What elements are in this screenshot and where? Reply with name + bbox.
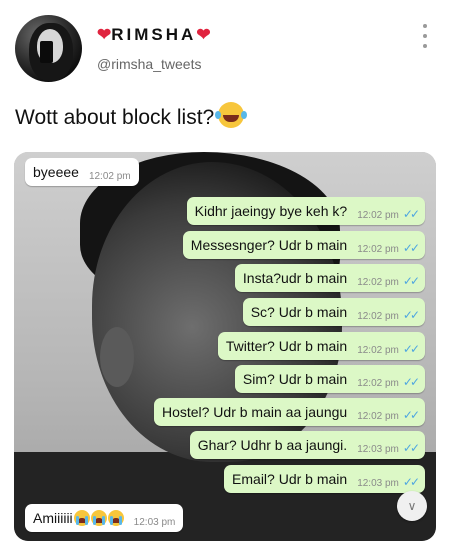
laughing-emoji-icon	[215, 102, 245, 128]
tweet-text: Wott about block list?	[15, 102, 245, 130]
chat-bubble-outgoing: Sim? Udr b main 12:02 pm ✓✓	[234, 365, 425, 393]
chat-bubble-outgoing: Hostel? Udr b main aa jaungu 12:02 pm ✓✓	[153, 398, 425, 426]
message-time: 12:02 pm	[357, 243, 399, 255]
read-ticks-icon: ✓✓	[402, 274, 420, 288]
message-text: Insta?udr b main	[242, 270, 348, 286]
display-name-text: RIMSHA	[111, 25, 197, 44]
read-ticks-icon: ✓✓	[402, 207, 420, 221]
chat-bubble-outgoing: Messesnger? Udr b main 12:02 pm ✓✓	[182, 231, 425, 259]
message-text: byeeee	[33, 164, 79, 180]
heart-icon: ❤	[196, 25, 211, 44]
message-time: 12:02 pm	[357, 209, 399, 221]
chat-bubble-incoming: byeeee 12:02 pm	[25, 158, 139, 186]
chat-bubble-outgoing: Kidhr jaeingy bye keh k? 12:02 pm ✓✓	[186, 197, 425, 225]
message-time: 12:02 pm	[357, 410, 399, 422]
chat-bubble-outgoing: Twitter? Udr b main 12:02 pm ✓✓	[217, 332, 425, 360]
tweet-header: ❤ RIMSHA ❤ @rimsha_tweets	[0, 0, 450, 95]
crying-face-icon	[90, 510, 107, 526]
double-chevron-down-icon[interactable]: ∨	[397, 491, 427, 521]
message-text: Twitter? Udr b main	[225, 338, 348, 354]
read-ticks-icon: ✓✓	[402, 475, 420, 489]
message-text: Sc? Udr b main	[250, 304, 348, 320]
crying-face-icon	[107, 510, 124, 526]
message-time: 12:03 pm	[133, 516, 176, 528]
read-ticks-icon: ✓✓	[402, 308, 420, 322]
read-ticks-icon: ✓✓	[402, 441, 420, 455]
user-handle[interactable]: @rimsha_tweets	[97, 56, 201, 72]
crying-face-icon	[73, 510, 90, 526]
photo-ear	[100, 327, 134, 387]
message-text: Hostel? Udr b main aa jaungu	[161, 404, 348, 420]
read-ticks-icon: ✓✓	[402, 408, 420, 422]
chat-bubble-incoming: Amiiiiii 12:03 pm	[25, 504, 184, 532]
message-time: 12:03 pm	[357, 477, 399, 489]
message-text: Kidhr jaeingy bye keh k?	[194, 203, 348, 219]
message-time: 12:02 pm	[357, 276, 399, 288]
message-time: 12:03 pm	[357, 443, 399, 455]
message-time: 12:02 pm	[357, 344, 399, 356]
read-ticks-icon: ✓✓	[402, 241, 420, 255]
message-text: Email? Udr b main	[232, 471, 348, 487]
chat-bubble-outgoing: Email? Udr b main 12:03 pm ✓✓	[224, 465, 425, 493]
chat-bubble-outgoing: Insta?udr b main 12:02 pm ✓✓	[234, 264, 425, 292]
chat-bubble-outgoing: Ghar? Udhr b aa jaungi. 12:03 pm ✓✓	[189, 431, 425, 459]
message-text: Amiiiiii	[33, 510, 73, 526]
message-time: 12:02 pm	[357, 377, 399, 389]
chat-bubble-outgoing: Sc? Udr b main 12:02 pm ✓✓	[242, 298, 425, 326]
tweet-media-image[interactable]: byeeee 12:02 pm Kidhr jaeingy bye keh k?…	[14, 152, 436, 541]
heart-icon: ❤	[97, 25, 112, 44]
message-time: 12:02 pm	[357, 310, 399, 322]
message-text: Sim? Udr b main	[242, 371, 348, 387]
display-name[interactable]: ❤ RIMSHA ❤	[97, 24, 211, 46]
message-text: Messesnger? Udr b main	[190, 237, 348, 253]
tweet-text-content: Wott about block list?	[15, 106, 215, 129]
avatar[interactable]	[15, 15, 82, 82]
message-time: 12:02 pm	[88, 170, 131, 182]
read-ticks-icon: ✓✓	[402, 342, 420, 356]
avatar-phone	[40, 41, 53, 63]
more-options-icon[interactable]	[418, 24, 432, 48]
read-ticks-icon: ✓✓	[402, 375, 420, 389]
message-text: Ghar? Udhr b aa jaungi.	[197, 437, 348, 453]
